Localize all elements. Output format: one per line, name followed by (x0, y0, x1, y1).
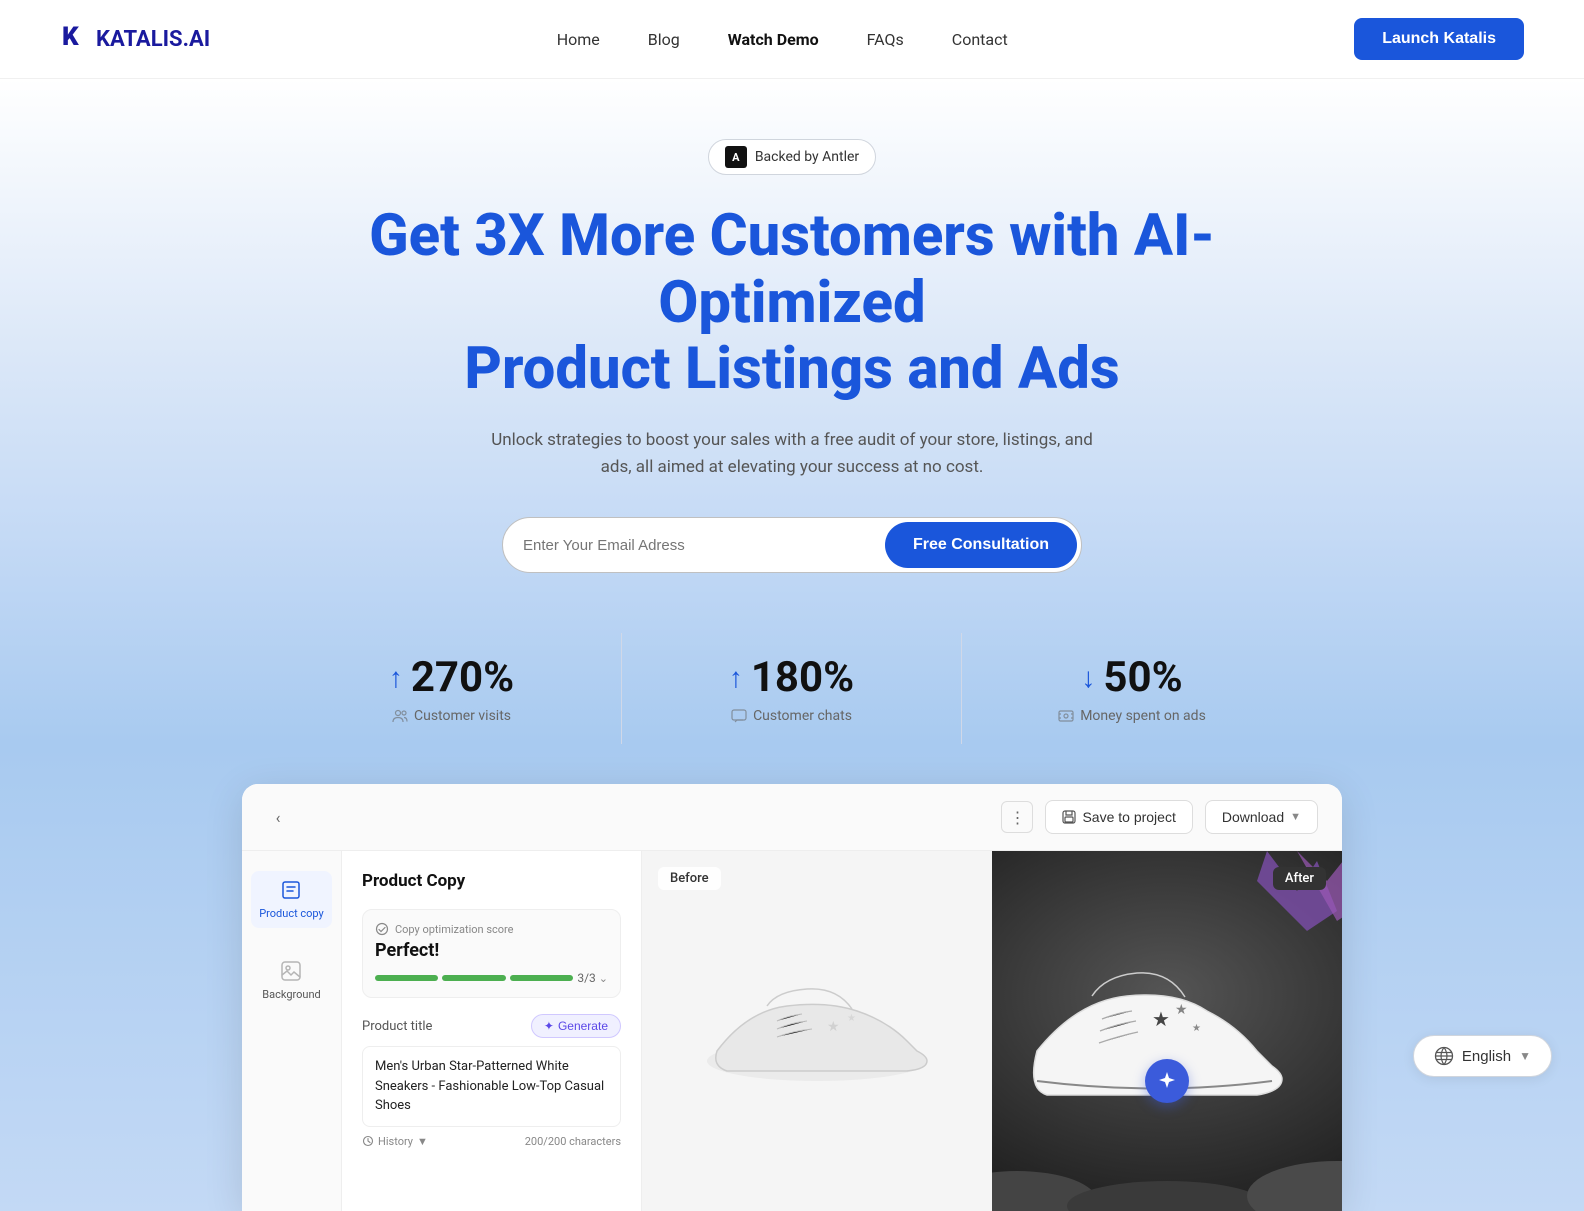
field-footer: History ▼ 200/200 characters (362, 1135, 621, 1148)
chat-icon (731, 708, 747, 724)
product-title-field[interactable]: Men's Urban Star-Patterned White Sneaker… (362, 1046, 621, 1127)
launch-button[interactable]: Launch Katalis (1354, 18, 1524, 60)
expand-icon: ⌄ (599, 972, 608, 985)
hero-title: Get 3X More Customers with AI-Optimized … (362, 203, 1222, 403)
more-options-button[interactable]: ⋮ (1001, 801, 1033, 833)
nav-contact[interactable]: Contact (952, 30, 1008, 49)
chevron-down-icon: ▼ (1519, 1049, 1531, 1063)
demo-topbar-left: ‹ (266, 805, 290, 829)
generate-button[interactable]: ✦ Generate (531, 1014, 621, 1038)
progress-bar-1 (375, 975, 438, 981)
demo-section: ‹ ⋮ Save to project Download ▼ (0, 744, 1584, 1211)
back-button[interactable]: ‹ (266, 805, 290, 829)
stat-number-1: ↑ 270% (322, 653, 581, 702)
stat-number-2: ↑ 180% (662, 653, 921, 702)
demo-body: Product copy Background Product Copy (242, 851, 1342, 1211)
stats-section: ↑ 270% Customer visits ↑ 180% (40, 633, 1544, 744)
generate-icon: ✦ (544, 1019, 554, 1033)
demo-topbar: ‹ ⋮ Save to project Download ▼ (242, 784, 1342, 851)
free-consultation-button[interactable]: Free Consultation (885, 522, 1077, 568)
chevron-down-icon: ▼ (1290, 811, 1301, 823)
antler-icon: A (725, 146, 747, 168)
email-input[interactable] (523, 537, 885, 554)
background-icon (280, 960, 302, 982)
progress-bar-2 (442, 975, 505, 981)
users-icon (392, 708, 408, 724)
progress-bars: 3/3 ⌄ (375, 971, 608, 985)
field-header: Product title ✦ Generate (362, 1014, 621, 1038)
product-copy-title: Product Copy (362, 871, 621, 891)
arrow-up-icon-1: ↑ (389, 661, 403, 694)
sparkle-icon (1156, 1070, 1178, 1092)
logo-icon: K (60, 21, 90, 58)
save-icon (1062, 810, 1076, 824)
nav-watch-demo[interactable]: Watch Demo (728, 30, 819, 49)
nav-home[interactable]: Home (557, 30, 600, 49)
logo-text: KATALIS.AI (96, 27, 210, 52)
before-after-container: Before ★ ★ (642, 851, 1342, 1211)
sidebar-item-product-copy[interactable]: Product copy (251, 871, 332, 928)
demo-topbar-right: ⋮ Save to project Download ▼ (1001, 800, 1318, 834)
language-selector-button[interactable]: English ▼ (1413, 1035, 1552, 1077)
language-label: English (1462, 1048, 1511, 1065)
money-icon (1058, 708, 1074, 724)
before-shoe-image: ★ ★ (687, 951, 947, 1111)
hero-title-line1: Get 3X More Customers with AI-Optimized (369, 202, 1215, 337)
stat-customer-chats: ↑ 180% Customer chats (622, 633, 962, 744)
before-label: Before (658, 867, 721, 890)
demo-sidebar: Product copy Background (242, 851, 342, 1211)
score-value: Perfect! (375, 940, 608, 961)
score-icon (375, 922, 389, 936)
save-to-project-button[interactable]: Save to project (1045, 800, 1192, 834)
ai-enhancement-icon (1145, 1059, 1189, 1103)
download-button[interactable]: Download ▼ (1205, 800, 1318, 834)
nav-blog[interactable]: Blog (648, 30, 680, 49)
after-label: After (1273, 867, 1326, 890)
progress-count[interactable]: 3/3 ⌄ (577, 971, 608, 985)
arrow-down-icon: ↓ (1081, 661, 1095, 694)
history-button[interactable]: History ▼ (362, 1135, 428, 1148)
product-copy-panel: Product Copy Copy optimization score Per… (342, 851, 642, 1211)
nav-faqs[interactable]: FAQs (867, 30, 904, 49)
logo[interactable]: K KATALIS.AI (60, 21, 210, 58)
arrow-up-icon-2: ↑ (729, 661, 743, 694)
svg-text:★: ★ (1192, 1023, 1201, 1034)
stat-number-3: ↓ 50% (1002, 653, 1262, 702)
product-copy-icon (280, 879, 302, 901)
hero-title-line2: Product Listings and Ads (464, 335, 1119, 403)
after-background: ★ ★ ★ (992, 851, 1342, 1211)
svg-text:K: K (62, 22, 79, 51)
char-count: 200/200 characters (525, 1135, 621, 1148)
svg-text:★: ★ (1175, 1002, 1188, 1018)
svg-text:★: ★ (1152, 1007, 1170, 1031)
history-chevron: ▼ (417, 1135, 428, 1148)
field-section: Product title ✦ Generate Men's Urban Sta… (362, 1014, 621, 1148)
field-label: Product title (362, 1019, 432, 1034)
stat-label-1: Customer visits (322, 708, 581, 724)
history-icon (362, 1135, 374, 1147)
score-card: Copy optimization score Perfect! 3/3 ⌄ (362, 909, 621, 998)
nav-links: Home Blog Watch Demo FAQs Contact (557, 30, 1008, 49)
sidebar-item-background[interactable]: Background (254, 952, 328, 1009)
before-side: Before ★ ★ (642, 851, 992, 1211)
antler-badge: A Backed by Antler (708, 139, 876, 175)
after-side: After (992, 851, 1342, 1211)
score-label: Copy optimization score (375, 922, 608, 936)
progress-bar-3 (510, 975, 573, 981)
hero-section: A Backed by Antler Get 3X More Customers… (0, 79, 1584, 744)
image-panel: Before ★ ★ (642, 851, 1342, 1211)
stat-money-ads: ↓ 50% Money spent on ads (962, 633, 1302, 744)
navbar: K KATALIS.AI Home Blog Watch Demo FAQs C… (0, 0, 1584, 79)
demo-card: ‹ ⋮ Save to project Download ▼ (242, 784, 1342, 1211)
email-form: Free Consultation (502, 517, 1082, 573)
svg-text:★: ★ (847, 1013, 856, 1024)
antler-text: Backed by Antler (755, 149, 859, 165)
hero-subtitle: Unlock strategies to boost your sales wi… (482, 427, 1102, 481)
stat-label-3: Money spent on ads (1002, 708, 1262, 724)
stat-label-2: Customer chats (662, 708, 921, 724)
globe-icon (1434, 1046, 1454, 1066)
svg-text:★: ★ (827, 1019, 840, 1035)
stat-customer-visits: ↑ 270% Customer visits (282, 633, 622, 744)
